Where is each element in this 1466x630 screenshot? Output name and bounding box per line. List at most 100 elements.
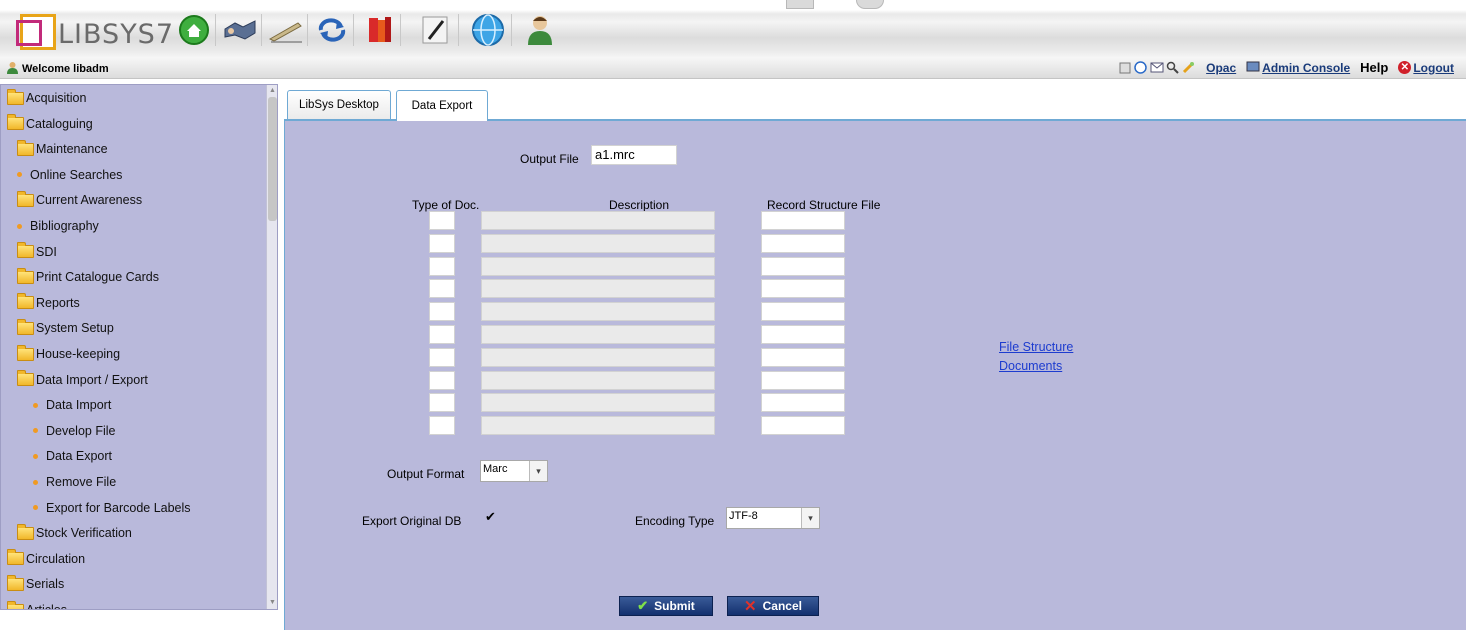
record-structure-input[interactable]: [761, 211, 845, 230]
sidebar-item[interactable]: Print Catalogue Cards: [17, 265, 159, 289]
folder-icon: [17, 370, 34, 387]
sidebar-item[interactable]: Acquisition: [7, 86, 86, 110]
record-structure-input[interactable]: [761, 256, 845, 276]
export-original-db-label: Export Original DB: [362, 514, 462, 528]
globe-icon[interactable]: [470, 12, 506, 48]
opac-link[interactable]: Opac: [1206, 61, 1236, 75]
record-structure-input[interactable]: [761, 233, 845, 253]
notepad-icon[interactable]: [1117, 61, 1132, 75]
sidebar-item[interactable]: Articles: [7, 598, 67, 609]
top-mini-tab: [786, 0, 814, 9]
books-icon[interactable]: [362, 12, 398, 48]
type-of-doc-input[interactable]: [429, 325, 455, 344]
refresh-icon[interactable]: [314, 12, 350, 48]
documents-link[interactable]: Documents: [999, 359, 1062, 373]
sidebar-item[interactable]: Bibliography: [17, 214, 99, 238]
type-of-doc-input[interactable]: [429, 256, 455, 276]
type-of-doc-input[interactable]: [429, 233, 455, 253]
logout-link[interactable]: Logout: [1413, 61, 1454, 75]
scroll-down-arrow[interactable]: ▼: [268, 598, 277, 608]
description-input[interactable]: [481, 211, 715, 230]
type-of-doc-input[interactable]: [429, 393, 455, 413]
logout[interactable]: ✕ Logout: [1398, 61, 1454, 75]
bullet-icon: [33, 428, 38, 434]
description-input[interactable]: [481, 416, 715, 436]
sidebar-item[interactable]: Current Awareness: [17, 188, 142, 212]
type-of-doc-input[interactable]: [429, 211, 455, 230]
sidebar-item[interactable]: Develop File: [33, 419, 115, 443]
sidebar-item[interactable]: Data Import / Export: [17, 368, 148, 392]
sidebar-item[interactable]: Data Export: [33, 444, 112, 468]
sidebar-item-label: Online Searches: [30, 167, 123, 182]
tools-icon[interactable]: [1181, 61, 1196, 75]
home-icon[interactable]: [176, 12, 212, 48]
sidebar-menu: Acquisition Cataloguing Maintenance Online …: [0, 84, 278, 610]
type-of-doc-input[interactable]: [429, 279, 455, 299]
tab-libsys-desktop[interactable]: LibSys Desktop: [287, 90, 391, 119]
sidebar-item[interactable]: System Setup: [17, 316, 114, 340]
mail-icon[interactable]: [1149, 61, 1164, 75]
type-of-doc-input[interactable]: [429, 416, 455, 436]
sidebar-scrollbar[interactable]: ▲ ▼: [266, 85, 277, 609]
file-structure-link[interactable]: File Structure: [999, 340, 1073, 354]
handshake-icon[interactable]: [222, 12, 258, 48]
folder-icon: [7, 549, 24, 566]
sidebar-item[interactable]: Online Searches: [17, 163, 122, 187]
admin-console-link[interactable]: Admin Console: [1262, 61, 1350, 75]
description-input[interactable]: [481, 302, 715, 322]
description-input[interactable]: [481, 325, 715, 344]
sidebar-item[interactable]: SDI: [17, 240, 57, 264]
type-of-doc-input[interactable]: [429, 370, 455, 390]
chevron-down-icon[interactable]: ▾: [801, 508, 819, 528]
record-structure-input[interactable]: [761, 416, 845, 436]
type-of-doc-input[interactable]: [429, 302, 455, 322]
description-input[interactable]: [481, 370, 715, 390]
search-icon[interactable]: [1165, 61, 1180, 75]
encoding-type-select[interactable]: JTF-8 ▾: [726, 507, 820, 529]
record-structure-input[interactable]: [761, 302, 845, 322]
sidebar-item[interactable]: Circulation: [7, 547, 85, 571]
record-structure-input[interactable]: [761, 325, 845, 344]
sidebar-item[interactable]: Maintenance: [17, 137, 108, 161]
export-original-db-checkbox[interactable]: ✔: [485, 510, 497, 523]
sidebar-item[interactable]: Data Import: [33, 393, 111, 417]
output-format-select[interactable]: Marc ▾: [480, 460, 548, 482]
bullet-icon: [17, 223, 22, 229]
submit-label: Submit: [654, 599, 695, 613]
tab-data-export[interactable]: Data Export: [396, 90, 488, 121]
output-file-input[interactable]: a1.mrc: [591, 145, 677, 165]
sidebar-item[interactable]: Stock Verification: [17, 521, 132, 545]
record-structure-input[interactable]: [761, 393, 845, 413]
sidebar-item[interactable]: Reports: [17, 291, 80, 315]
sidebar-item[interactable]: Serials: [7, 572, 64, 596]
sidebar-item[interactable]: Cataloguing: [7, 112, 93, 136]
help-link[interactable]: Help: [1360, 60, 1388, 75]
scrollbar-thumb[interactable]: [268, 97, 277, 221]
sidebar-item[interactable]: House-keeping: [17, 342, 120, 366]
sidebar-item-label: Stock Verification: [36, 526, 132, 541]
folder-icon: [17, 344, 34, 361]
sidebar-item-label: Print Catalogue Cards: [36, 270, 159, 285]
welcome-bar: Welcome libadm Opac Admin Console Help ✕…: [0, 58, 1466, 79]
pencil-icon[interactable]: [418, 12, 454, 48]
sidebar-item[interactable]: Remove File: [33, 470, 116, 494]
description-input[interactable]: [481, 233, 715, 253]
user-icon[interactable]: [522, 12, 558, 48]
cancel-button[interactable]: ✕ Cancel: [727, 596, 819, 616]
clock-icon[interactable]: [1133, 61, 1148, 75]
record-structure-input[interactable]: [761, 370, 845, 390]
sidebar-item-label: Data Import / Export: [36, 372, 148, 387]
description-input[interactable]: [481, 279, 715, 299]
pen-icon[interactable]: [268, 12, 304, 48]
admin-console[interactable]: Admin Console: [1246, 60, 1350, 75]
sidebar-item[interactable]: Export for Barcode Labels: [33, 496, 191, 520]
description-input[interactable]: [481, 256, 715, 276]
scroll-up-arrow[interactable]: ▲: [268, 86, 277, 96]
type-of-doc-input[interactable]: [429, 347, 455, 367]
record-structure-input[interactable]: [761, 279, 845, 299]
record-structure-input[interactable]: [761, 347, 845, 367]
submit-button[interactable]: ✔ Submit: [619, 596, 713, 616]
chevron-down-icon[interactable]: ▾: [529, 461, 547, 481]
description-input[interactable]: [481, 347, 715, 367]
description-input[interactable]: [481, 393, 715, 413]
